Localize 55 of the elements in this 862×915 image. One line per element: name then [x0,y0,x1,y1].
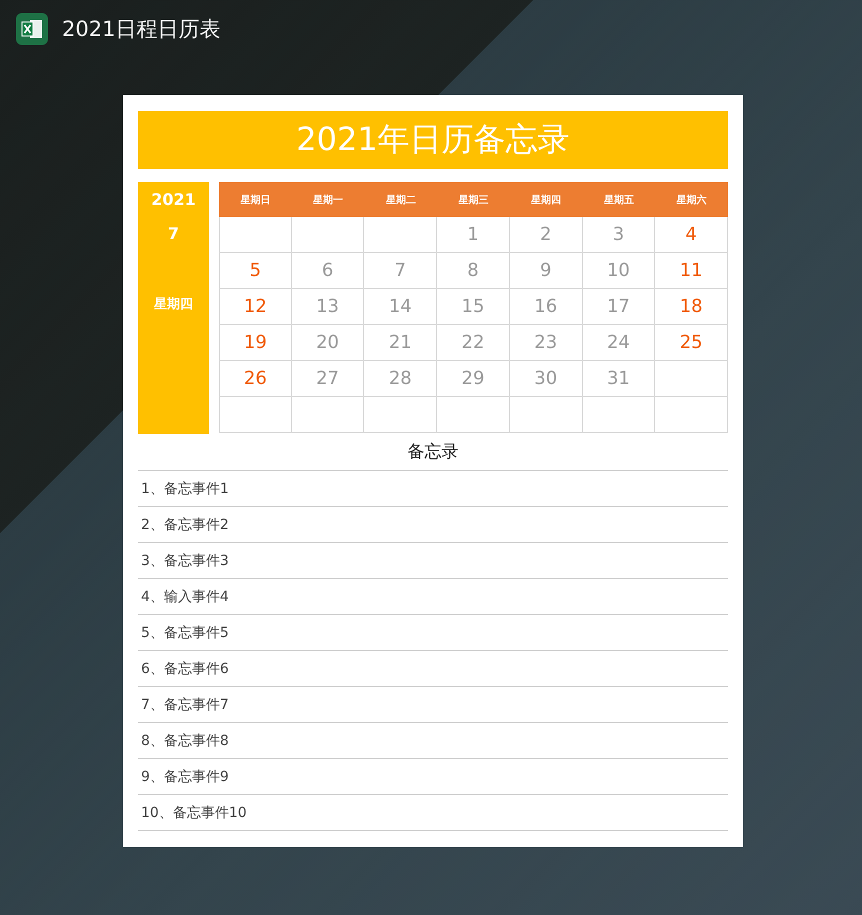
day-cell: 30 [510,361,583,397]
day-cell: 27 [292,361,364,397]
day-cell: 14 [364,289,438,325]
day-cell: 31 [582,361,656,397]
month-label: 7 [168,224,180,243]
memo-item: 8、备忘事件8 [138,723,728,759]
memo-item: 4、输入事件4 [138,579,728,615]
day-cell: 15 [437,289,510,325]
day-cell: 26 [219,361,292,397]
weekday-header: 星期三 [437,182,510,217]
weekday-header: 星期六 [655,182,728,217]
day-cell: 9 [510,253,583,289]
day-cell: 1 [437,217,510,253]
memo-item: 3、备忘事件3 [138,543,728,579]
memo-item: 1、备忘事件1 [138,471,728,507]
memo-item: 2、备忘事件2 [138,507,728,543]
year-label: 2021 [151,190,196,209]
weekday-label: 星期四 [154,296,193,313]
weekday-header: 星期四 [510,182,583,217]
day-cell: 2 [510,217,583,253]
day-cell: 22 [437,325,510,361]
day-cell: 13 [292,289,364,325]
spreadsheet-app-icon [16,13,48,45]
day-cell: 21 [364,325,438,361]
weekday-header: 星期日 [219,182,292,217]
weekday-header: 星期五 [582,182,656,217]
day-cell: 24 [582,325,656,361]
weekday-header: 星期二 [364,182,438,217]
day-cell: 16 [510,289,583,325]
window-title: 2021日程日历表 [62,16,220,43]
day-cell: 4 [655,217,728,253]
day-cell: 11 [655,253,728,289]
day-cell: 17 [582,289,656,325]
day-cell: 25 [655,325,728,361]
memo-item: 6、备忘事件6 [138,651,728,687]
memo-item: 5、备忘事件5 [138,615,728,651]
day-cell: 6 [292,253,364,289]
memo-item: 9、备忘事件9 [138,759,728,795]
day-cell: 20 [292,325,364,361]
day-cell: 10 [582,253,656,289]
day-cell: 3 [582,217,656,253]
day-cell: 18 [655,289,728,325]
day-cell: 19 [219,325,292,361]
day-cell: 28 [364,361,438,397]
day-cell: 29 [437,361,510,397]
memo-item: 7、备忘事件7 [138,687,728,723]
weekday-header: 星期一 [292,182,364,217]
memo-title: 备忘录 [138,434,728,471]
day-cell: 8 [437,253,510,289]
day-cell: 5 [219,253,292,289]
title-banner: 2021年日历备忘录 [138,111,728,169]
day-cell: 12 [219,289,292,325]
day-cell: 23 [510,325,583,361]
day-cell: 7 [364,253,438,289]
memo-item: 10、备忘事件10 [138,795,728,831]
